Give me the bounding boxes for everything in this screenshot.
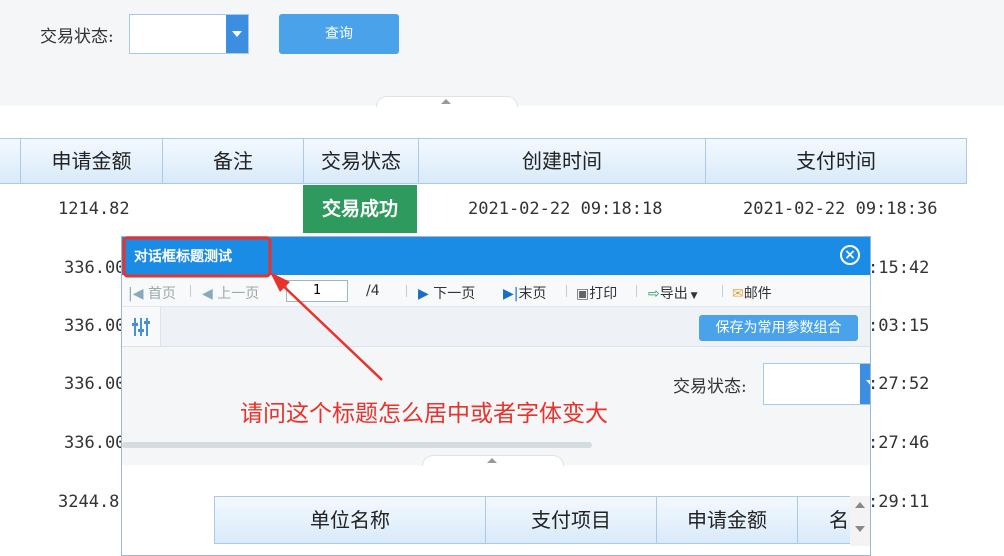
annotation-text: 请问这个标题怎么居中或者字体变大 (240, 401, 608, 427)
annotation-overlay (122, 236, 383, 381)
annotation-arrow (277, 280, 383, 381)
highlight-box (122, 236, 272, 278)
